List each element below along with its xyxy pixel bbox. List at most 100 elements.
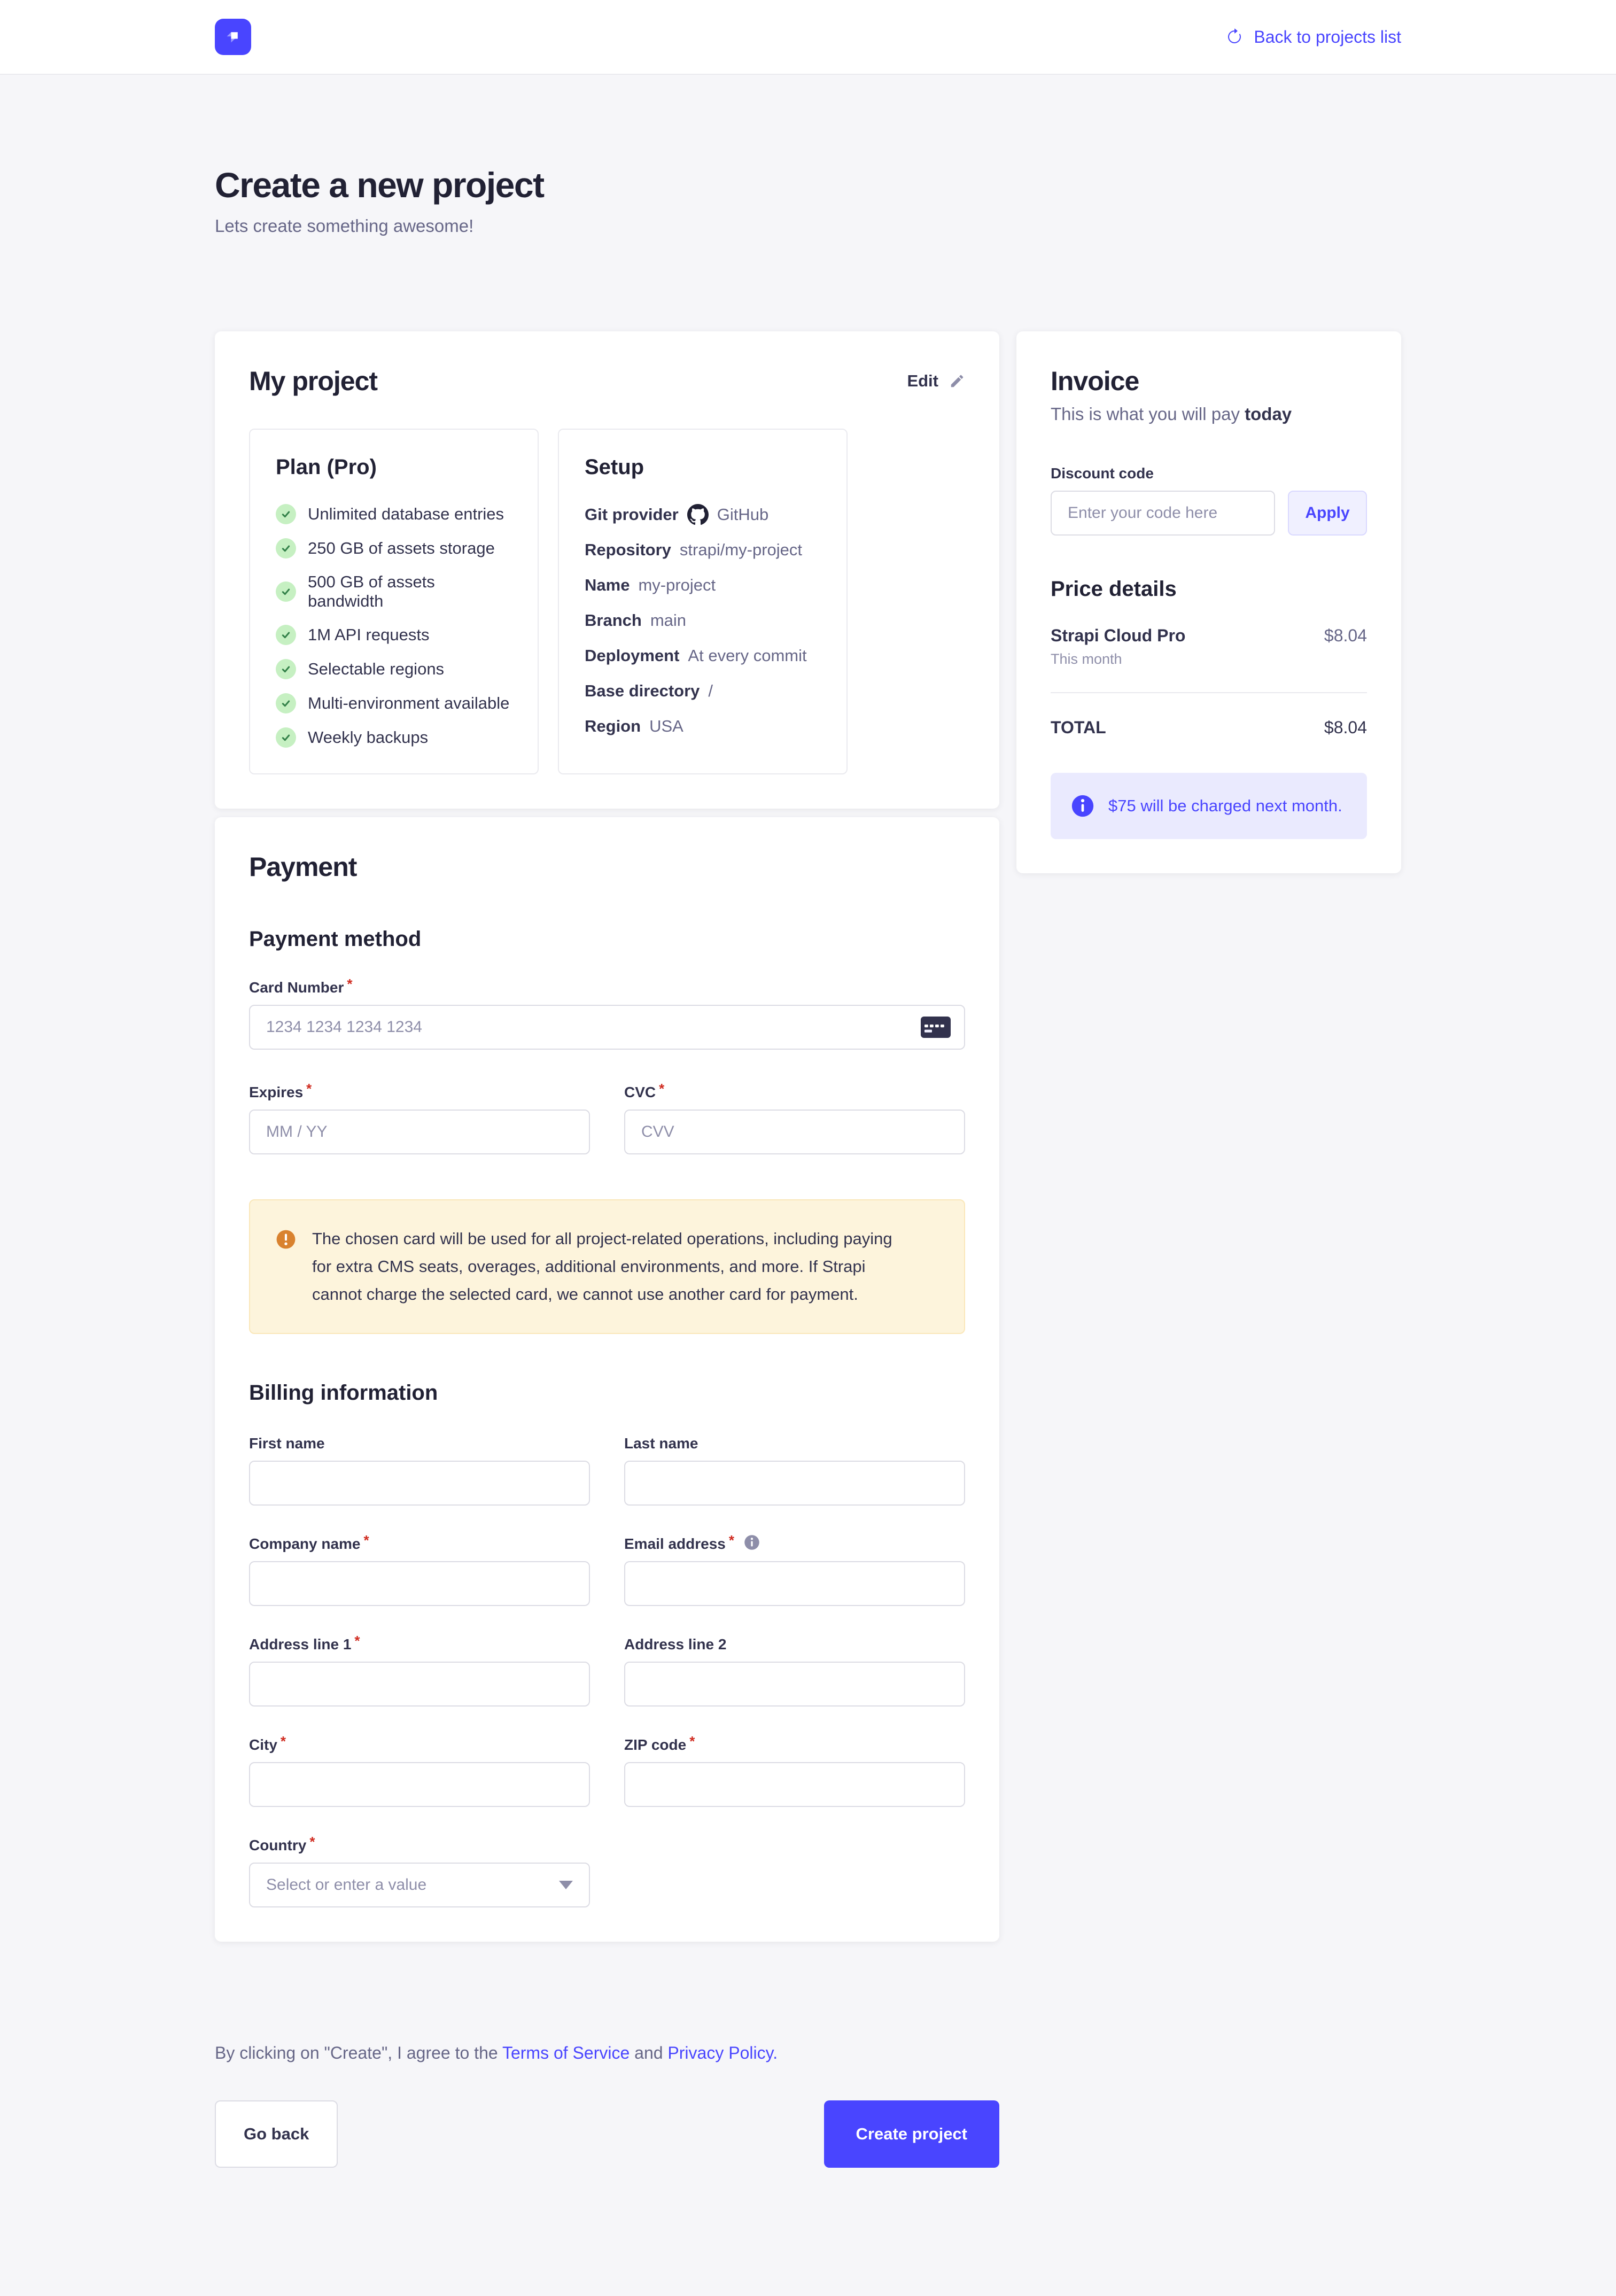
plan-feature: Weekly backups	[276, 727, 512, 748]
city-field: City *	[249, 1736, 590, 1807]
strapi-mark-icon	[221, 25, 245, 49]
invoice-title: Invoice	[1051, 366, 1367, 397]
back-to-projects-link[interactable]: Back to projects list	[1226, 27, 1401, 47]
plan-box-title: Plan (Pro)	[276, 455, 512, 479]
company-name-input[interactable]	[249, 1561, 590, 1606]
payment-card: Payment Payment method Card Number *	[215, 817, 999, 1942]
setup-row-repository: Repository strapi/my-project	[585, 539, 821, 561]
first-name-input[interactable]	[249, 1461, 590, 1506]
zip-code-field: ZIP code *	[624, 1736, 965, 1807]
zip-code-label: ZIP code	[624, 1736, 686, 1754]
required-mark: *	[306, 1081, 312, 1097]
plan-feature: 1M API requests	[276, 625, 512, 645]
email-address-label: Email address	[624, 1535, 726, 1553]
zip-code-input[interactable]	[624, 1762, 965, 1807]
address-line1-input[interactable]	[249, 1662, 590, 1707]
country-field: Country * Select or enter a value	[249, 1837, 590, 1907]
last-name-input[interactable]	[624, 1461, 965, 1506]
card-number-label: Card Number	[249, 979, 344, 996]
email-info-icon[interactable]	[744, 1534, 760, 1550]
first-name-field: First name	[249, 1435, 590, 1506]
price-item-amount: $8.04	[1324, 626, 1367, 646]
required-mark: *	[729, 1532, 734, 1549]
email-address-field: Email address *	[624, 1535, 965, 1606]
next-month-charge-banner: $75 will be charged next month.	[1051, 773, 1367, 839]
divider	[1051, 692, 1367, 693]
plan-feature-label: 1M API requests	[308, 625, 429, 645]
chevron-down-icon	[559, 1881, 573, 1889]
check-icon	[276, 538, 296, 559]
page-title: Create a new project	[215, 165, 1401, 205]
plan-feature: 250 GB of assets storage	[276, 538, 512, 559]
price-item-name: Strapi Cloud Pro	[1051, 626, 1185, 646]
check-icon	[276, 693, 296, 713]
check-icon	[276, 504, 296, 524]
plan-feature-label: 500 GB of assets bandwidth	[308, 572, 512, 611]
address-line2-label: Address line 2	[624, 1636, 726, 1653]
country-select[interactable]: Select or enter a value	[249, 1863, 590, 1907]
last-name-field: Last name	[624, 1435, 965, 1506]
discount-code-label: Discount code	[1051, 465, 1154, 482]
required-mark: *	[364, 1532, 369, 1549]
plan-feature: Multi-environment available	[276, 693, 512, 713]
apply-discount-button[interactable]: Apply	[1288, 491, 1367, 536]
plan-box: Plan (Pro) Unlimited database entries 25…	[249, 429, 539, 774]
price-line-item: Strapi Cloud Pro This month $8.04	[1051, 626, 1367, 668]
first-name-label: First name	[249, 1435, 325, 1452]
next-month-charge-text: $75 will be charged next month.	[1108, 796, 1342, 816]
edit-project-button[interactable]: Edit	[907, 371, 965, 391]
form-footer: By clicking on "Create", I agree to the …	[215, 2043, 999, 2168]
total-label: TOTAL	[1051, 718, 1106, 738]
billing-information-title: Billing information	[249, 1381, 965, 1405]
required-mark: *	[689, 1733, 695, 1750]
required-mark: *	[354, 1633, 360, 1649]
rotate-arrow-icon	[1226, 28, 1243, 45]
privacy-policy-link[interactable]: Privacy Policy.	[667, 2043, 778, 2062]
setup-row-git-provider: Git provider GitHub	[585, 504, 821, 525]
plan-feature-label: 250 GB of assets storage	[308, 539, 495, 558]
required-mark: *	[309, 1834, 315, 1850]
cvc-input[interactable]	[624, 1110, 965, 1154]
setup-row-branch: Branch main	[585, 610, 821, 631]
last-name-label: Last name	[624, 1435, 698, 1452]
invoice-card: Invoice This is what you will pay today …	[1016, 331, 1401, 873]
expires-input[interactable]	[249, 1110, 590, 1154]
payment-method-title: Payment method	[249, 927, 965, 951]
invoice-subtitle: This is what you will pay today	[1051, 404, 1367, 424]
city-input[interactable]	[249, 1762, 590, 1807]
plan-feature-label: Selectable regions	[308, 660, 444, 679]
expires-label: Expires	[249, 1084, 303, 1101]
price-details-title: Price details	[1051, 577, 1367, 601]
address-line2-input[interactable]	[624, 1662, 965, 1707]
terms-of-service-link[interactable]: Terms of Service	[502, 2043, 630, 2062]
card-usage-warning-text: The chosen card will be used for all pro…	[312, 1225, 916, 1308]
back-link-label: Back to projects list	[1254, 27, 1401, 47]
project-card-title: My project	[249, 366, 377, 397]
github-icon	[687, 504, 709, 525]
company-name-field: Company name *	[249, 1535, 590, 1606]
setup-row-deployment: Deployment At every commit	[585, 645, 821, 666]
cvc-label: CVC	[624, 1084, 656, 1101]
discount-code-input[interactable]	[1051, 491, 1275, 536]
cvc-field: CVC *	[624, 1084, 965, 1154]
setup-row-region: Region USA	[585, 716, 821, 737]
top-navigation-bar: Back to projects list	[0, 0, 1616, 75]
card-number-input[interactable]	[249, 1005, 965, 1050]
required-mark: *	[659, 1081, 664, 1097]
total-amount: $8.04	[1324, 718, 1367, 738]
go-back-button[interactable]: Go back	[215, 2100, 338, 2168]
price-item-period: This month	[1051, 651, 1185, 668]
email-address-input[interactable]	[624, 1561, 965, 1606]
setup-box: Setup Git provider GitHub Repository s	[558, 429, 848, 774]
check-icon	[276, 659, 296, 679]
payment-title: Payment	[249, 851, 965, 882]
plan-feature-label: Multi-environment available	[308, 694, 509, 713]
setup-row-base-directory: Base directory /	[585, 680, 821, 702]
plan-feature-list: Unlimited database entries 250 GB of ass…	[276, 504, 512, 748]
agreement-text: By clicking on "Create", I agree to the …	[215, 2043, 999, 2063]
required-mark: *	[347, 976, 352, 992]
create-project-button[interactable]: Create project	[824, 2100, 999, 2168]
country-label: Country	[249, 1837, 306, 1854]
warning-icon	[276, 1229, 296, 1250]
strapi-logo	[215, 19, 251, 55]
